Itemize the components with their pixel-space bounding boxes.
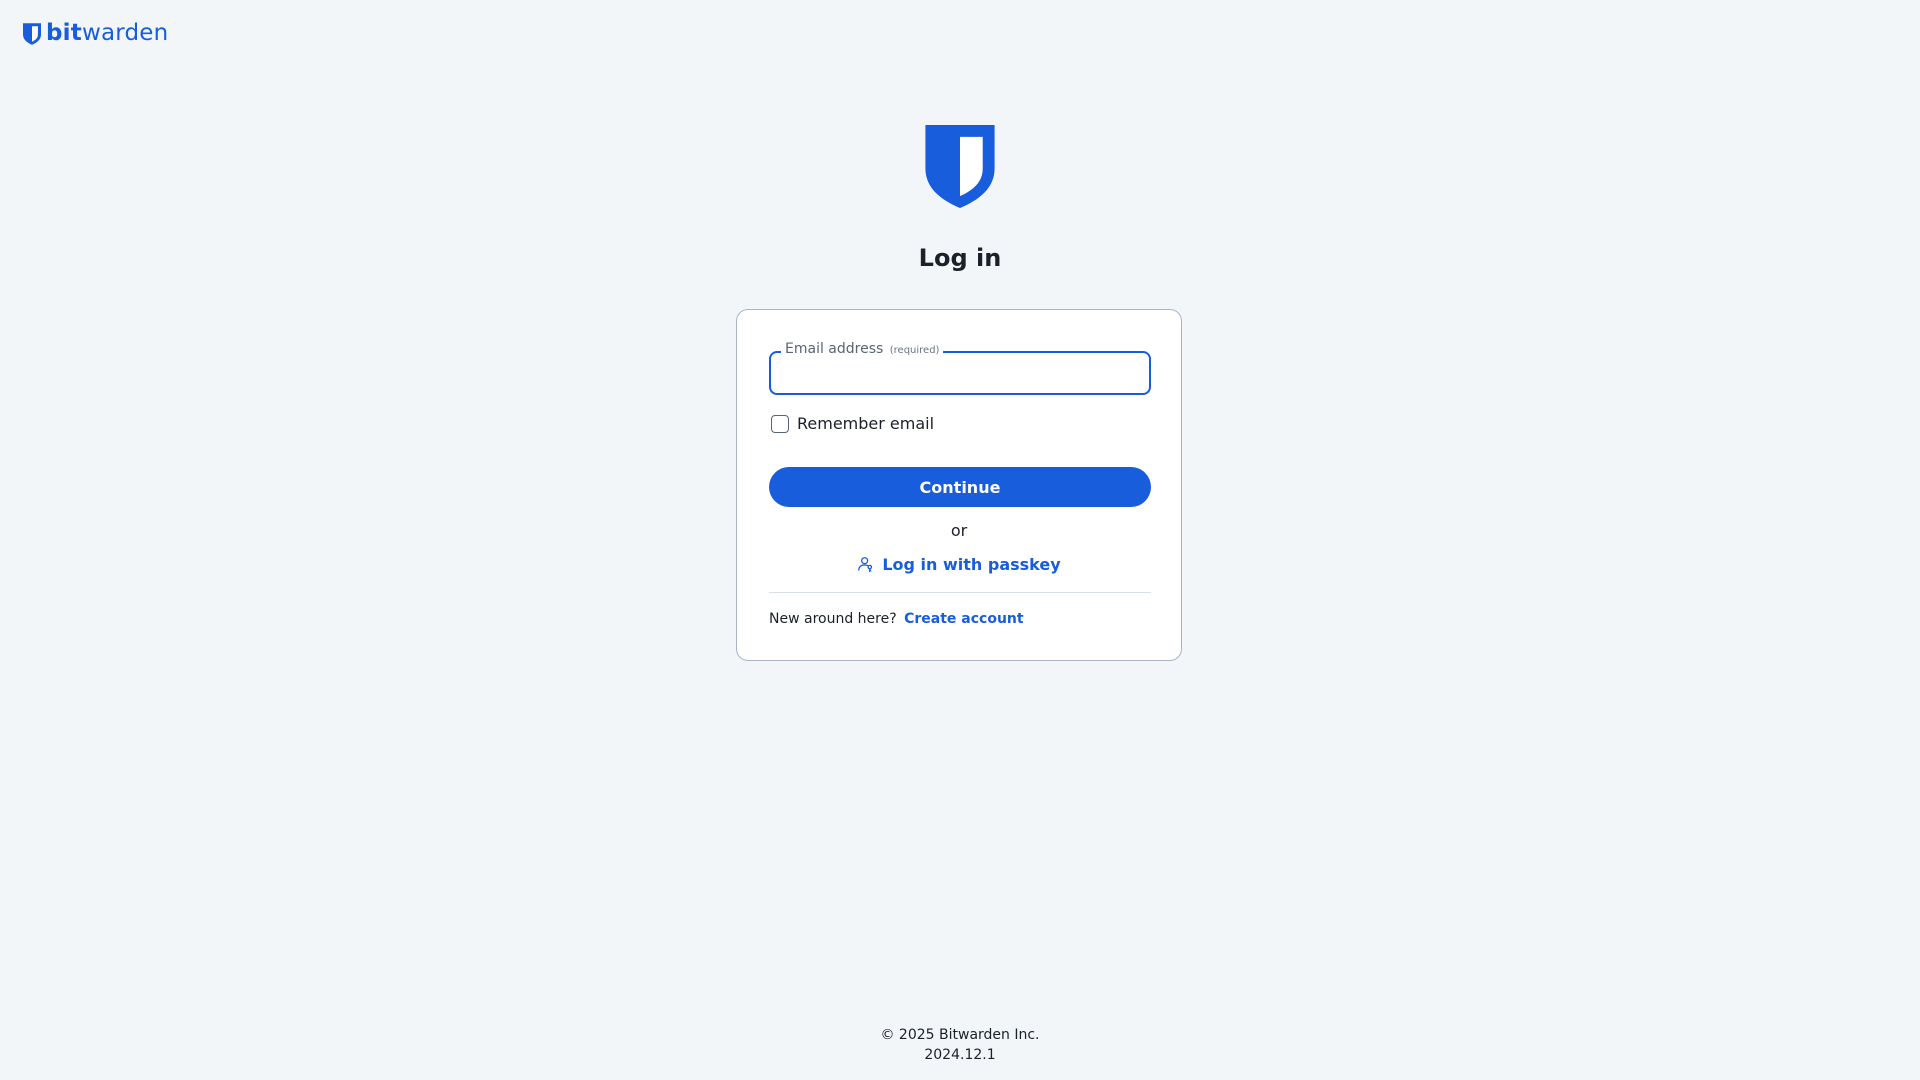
page-title: Log in (918, 244, 1002, 272)
divider (769, 592, 1151, 593)
brand-logo[interactable]: bitwarden (23, 22, 168, 45)
brand-wordmark: bitwarden (46, 22, 168, 45)
passkey-user-icon (858, 557, 873, 573)
brand-name-bold: bit (46, 20, 82, 46)
required-indicator: (required) (889, 345, 940, 356)
email-input[interactable] (771, 353, 1149, 393)
remember-email-label[interactable]: Remember email (797, 414, 934, 433)
continue-button[interactable]: Continue (769, 467, 1151, 507)
email-label-text: Email address (785, 341, 884, 357)
shield-icon (23, 22, 41, 45)
signup-prompt-text: New around here? (769, 611, 897, 627)
create-account-link[interactable]: Create account (904, 611, 1023, 627)
email-field-label: Email address (required) (781, 341, 944, 357)
remember-email-option[interactable]: Remember email (771, 414, 934, 433)
passkey-label[interactable]: Log in with passkey (882, 555, 1060, 574)
shield-logo-icon (925, 125, 995, 208)
footer: © 2025 Bitwarden Inc. 2024.12.1 (0, 1025, 1920, 1065)
signup-prompt: New around here? Create account (769, 611, 1024, 627)
remember-email-checkbox[interactable] (771, 414, 789, 433)
version-text: 2024.12.1 (924, 1047, 996, 1063)
or-separator: or (950, 521, 968, 540)
login-card: Email address (required) Remember email … (736, 309, 1182, 661)
copyright-text: © 2025 Bitwarden Inc. (880, 1027, 1040, 1043)
brand-name-regular: warden (81, 20, 169, 46)
passkey-login-link[interactable]: Log in with passkey (737, 555, 1181, 574)
email-field[interactable]: Email address (required) (769, 341, 1151, 395)
